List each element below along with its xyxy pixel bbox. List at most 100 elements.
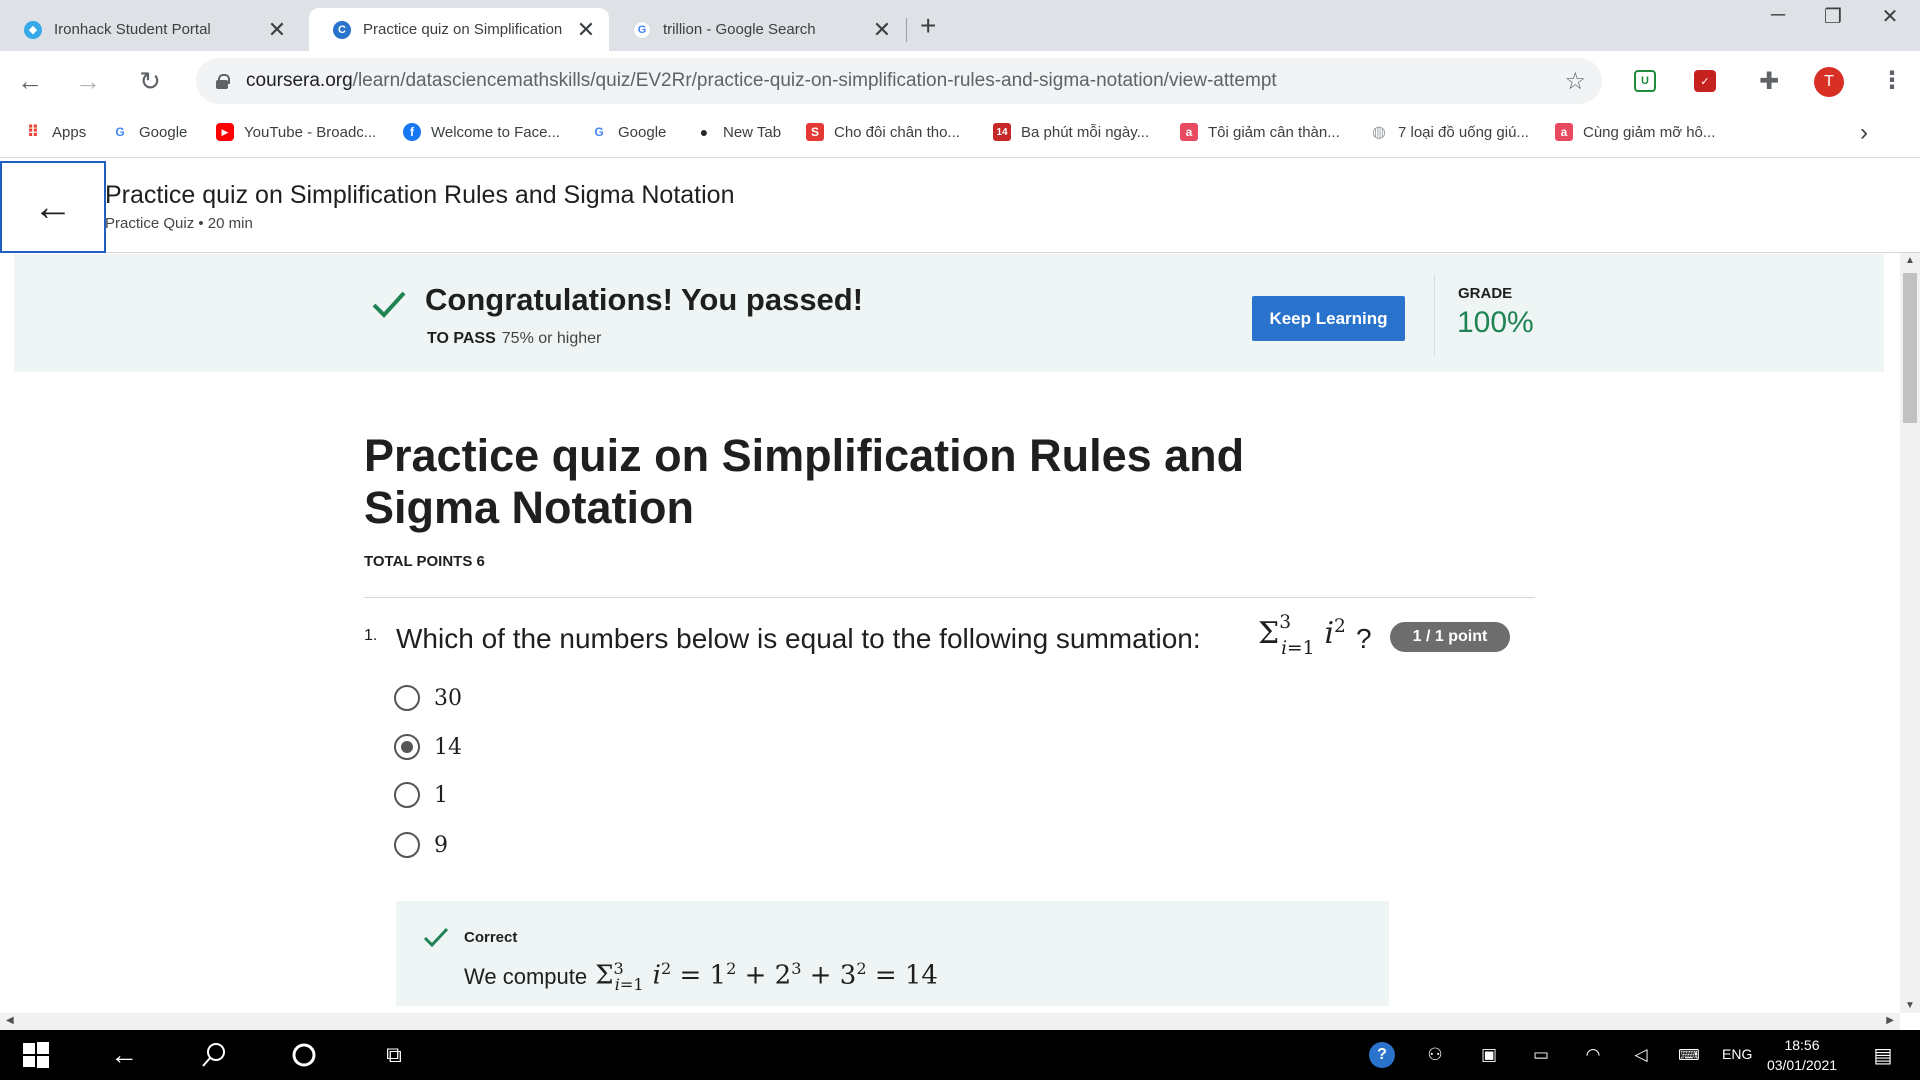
to-pass-label: TO PASS — [427, 330, 496, 347]
tab-separator — [906, 18, 907, 42]
extension-red-icon[interactable]: ✓ — [1694, 70, 1716, 92]
windows-start-icon[interactable] — [18, 1030, 54, 1080]
url-text[interactable]: coursera.org/learn/datasciencemathskills… — [246, 70, 1277, 92]
close-tab-icon[interactable]: ✕ — [575, 17, 597, 43]
summation-formula: Σ3i=1 i2 — [1258, 612, 1346, 659]
bookmarks-overflow-chevron-icon[interactable]: › — [1860, 119, 1868, 147]
url-path: /learn/datasciencemathskills/quiz/EV2Rr/… — [352, 70, 1277, 91]
bookmark-label: Ba phút mỗi ngày... — [1021, 123, 1150, 141]
scrollbar-thumb[interactable] — [1903, 273, 1917, 423]
taskbar-back-icon[interactable]: ← — [106, 1030, 142, 1080]
question-number: 1. — [364, 627, 378, 644]
answer-option[interactable]: 9 — [394, 832, 448, 858]
bookmark-youtube[interactable]: ▶ YouTube - Broadc... — [216, 123, 376, 141]
tab-trillion-search[interactable]: G trillion - Google Search ✕ — [609, 8, 905, 51]
bookmark-google-2[interactable]: G Google — [590, 123, 666, 141]
bookmark-cho-doi[interactable]: S Cho đôi chân tho... — [806, 123, 960, 141]
bookmark-google[interactable]: G Google — [111, 123, 187, 141]
forward-arrow-icon[interactable]: → — [70, 63, 106, 99]
radio-button[interactable] — [394, 782, 420, 808]
tab-title: Practice quiz on Simplification — [363, 21, 563, 38]
radio-button[interactable] — [394, 832, 420, 858]
tab-practice-quiz[interactable]: C Practice quiz on Simplification ✕ — [309, 8, 609, 51]
close-window-icon[interactable]: ✕ — [1870, 4, 1910, 29]
checkmark-icon — [372, 291, 406, 318]
points-badge: 1 / 1 point — [1390, 622, 1510, 652]
scroll-right-arrow-icon[interactable]: ▶ — [1886, 1015, 1894, 1026]
option-label: 9 — [434, 832, 448, 858]
header-title: Practice quiz on Simplification Rules an… — [105, 181, 735, 209]
google-icon: G — [594, 125, 604, 139]
close-tab-icon[interactable]: ✕ — [266, 17, 288, 43]
bookmark-7-loai[interactable]: ◍ 7 loại đồ uống giú... — [1370, 123, 1529, 142]
back-arrow-icon[interactable]: ← — [12, 63, 48, 99]
google-favicon-icon: G — [633, 20, 651, 39]
bookmark-apps[interactable]: ⠿ Apps — [24, 123, 86, 142]
answer-option[interactable]: 30 — [394, 685, 462, 711]
bookmark-cung-giam[interactable]: a Cùng giảm mỡ hô... — [1555, 123, 1715, 141]
feedback-status: Correct — [464, 929, 518, 946]
help-icon[interactable]: ? — [1366, 1030, 1398, 1080]
menu-kebab-icon[interactable]: ⋮ — [1880, 65, 1904, 97]
notifications-icon[interactable]: ▤ — [1866, 1030, 1900, 1080]
coursera-favicon-icon: C — [333, 20, 351, 39]
pass-banner: Congratulations! You passed! TO PASS 75% … — [14, 254, 1884, 372]
keyboard-icon[interactable]: ⌨ — [1672, 1030, 1706, 1080]
keep-learning-button[interactable]: Keep Learning — [1252, 296, 1405, 341]
lock-icon — [216, 74, 230, 89]
tab-title: Ironhack Student Portal — [54, 21, 211, 38]
device-icon[interactable]: ▣ — [1474, 1030, 1504, 1080]
extensions-puzzle-icon[interactable]: ✚ — [1754, 66, 1784, 96]
address-bar[interactable]: coursera.org/learn/datasciencemathskills… — [196, 58, 1602, 104]
tab-ironhack[interactable]: ◆ Ironhack Student Portal ✕ — [0, 8, 300, 51]
people-icon[interactable]: ⚇ — [1420, 1030, 1450, 1080]
bookmark-facebook[interactable]: f Welcome to Face... — [403, 123, 560, 141]
grade-value: 100% — [1457, 306, 1534, 339]
cortana-circle-icon[interactable] — [286, 1030, 322, 1080]
option-label: 30 — [434, 685, 462, 711]
answer-option[interactable]: 1 — [394, 782, 448, 808]
profile-avatar[interactable]: T — [1814, 67, 1844, 97]
s-icon: S — [806, 123, 824, 141]
clock[interactable]: 18:56 03/01/2021 — [1760, 1035, 1844, 1075]
bookmark-ba-phut[interactable]: 14 Ba phút mỗi ngày... — [993, 123, 1149, 141]
bookmark-toi-giam[interactable]: a Tôi giảm cân thàn... — [1180, 123, 1340, 141]
restore-icon[interactable]: ❐ — [1813, 4, 1853, 29]
language-indicator[interactable]: ENG — [1722, 1046, 1752, 1062]
task-view-icon[interactable]: ⧉ — [376, 1030, 412, 1080]
new-tab-button[interactable]: + — [920, 10, 936, 42]
horizontal-scrollbar[interactable]: ◀ ▶ — [0, 1013, 1900, 1030]
globe-icon: ◍ — [1372, 124, 1386, 141]
answer-feedback: Correct We compute Σ3i=1 i2 = 12 + 23 + 3… — [396, 901, 1389, 1006]
header-subtitle: Practice Quiz • 20 min — [105, 215, 253, 232]
back-button[interactable]: ← — [0, 161, 106, 253]
radio-button[interactable] — [394, 685, 420, 711]
extension-shield-icon[interactable]: U — [1634, 70, 1656, 92]
pass-requirement: TO PASS 75% or higher — [427, 330, 601, 348]
a-icon: a — [1180, 123, 1198, 141]
volume-icon[interactable]: ◁ — [1626, 1030, 1656, 1080]
answer-option-selected[interactable]: 14 — [394, 734, 462, 760]
scroll-up-arrow-icon[interactable]: ▲ — [1900, 255, 1920, 266]
to-pass-value: 75% or higher — [501, 330, 602, 347]
search-icon[interactable] — [196, 1030, 232, 1080]
vertical-scrollbar[interactable]: ▲ ▼ — [1900, 253, 1920, 1013]
battery-icon[interactable]: ▭ — [1526, 1030, 1556, 1080]
bookmark-new-tab[interactable]: ● New Tab — [695, 123, 781, 141]
scroll-left-arrow-icon[interactable]: ◀ — [6, 1015, 14, 1026]
radio-button-checked[interactable] — [394, 734, 420, 760]
clock-time: 18:56 — [1784, 1037, 1820, 1053]
bookmark-star-icon[interactable]: ☆ — [1564, 67, 1586, 96]
close-tab-icon[interactable]: ✕ — [871, 17, 893, 43]
quiz-title: Practice quiz on Simplification Rules an… — [364, 430, 1245, 533]
bookmark-label: Cùng giảm mỡ hô... — [1583, 123, 1716, 141]
minimize-icon[interactable]: ─ — [1758, 4, 1798, 27]
tab-strip: ◆ Ironhack Student Portal ✕ C Practice q… — [0, 0, 1920, 51]
option-label: 1 — [434, 782, 448, 808]
wifi-icon[interactable]: ◠ — [1578, 1030, 1608, 1080]
bookmark-label: Welcome to Face... — [431, 123, 560, 141]
reload-icon[interactable]: ↻ — [132, 63, 168, 99]
browser-toolbar: ← → ↻ coursera.org/learn/datasciencemath… — [0, 51, 1920, 111]
scroll-down-arrow-icon[interactable]: ▼ — [1900, 1000, 1920, 1011]
bookmarks-bar: ⠿ Apps G Google ▶ YouTube - Broadc... f … — [0, 111, 1920, 158]
